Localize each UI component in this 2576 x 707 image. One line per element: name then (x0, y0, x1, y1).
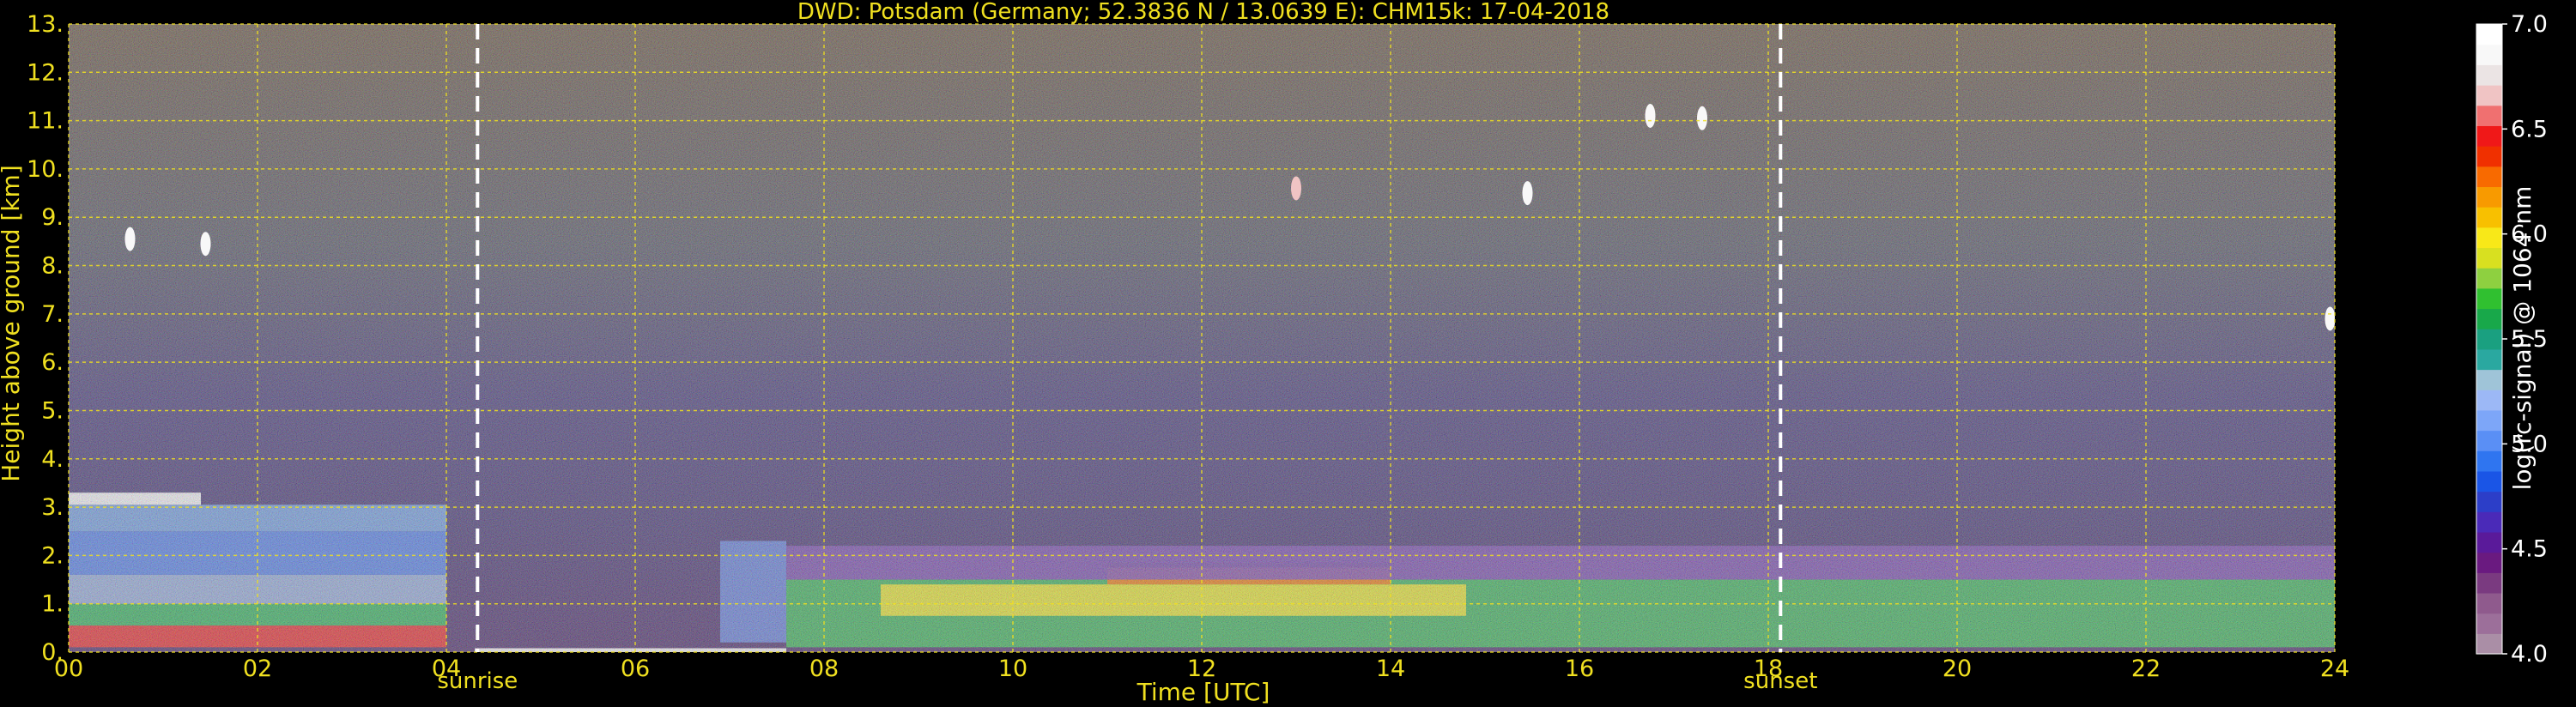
colorbar-swatch (2476, 207, 2502, 228)
colorbar-swatch (2476, 24, 2502, 45)
x-tick-label: 20 (1943, 656, 1972, 682)
x-tick-label: 08 (809, 656, 839, 682)
colorbar-swatch (2476, 491, 2502, 512)
colorbar-tick-label: 6.5 (2511, 116, 2548, 142)
y-tick-label: 11. (27, 108, 64, 135)
y-tick-label: 10. (27, 156, 64, 183)
ceilometer-chart: DWD: Potsdam (Germany; 52.3836 N / 13.06… (0, 0, 2548, 706)
cloud-signal (124, 227, 136, 251)
y-tick-label: 4. (41, 446, 64, 473)
x-tick-label: 22 (2131, 656, 2161, 682)
y-tick-label: 12. (27, 59, 64, 86)
colorbar-swatch (2476, 450, 2502, 472)
plot-area (69, 24, 2335, 652)
x-tick-label: 24 (2320, 656, 2349, 682)
x-tick-label: 10 (998, 656, 1027, 682)
cloud-signal (1291, 176, 1301, 201)
colorbar-swatch (2476, 572, 2502, 594)
colorbar-swatch (2476, 166, 2502, 188)
cloud-signal (1697, 106, 1707, 130)
noise-overlay (69, 24, 2335, 652)
colorbar-swatch (2476, 633, 2502, 655)
cloud-signal (1645, 103, 1656, 128)
x-tick-label: 06 (621, 656, 650, 682)
colorbar-swatch (2476, 146, 2502, 167)
colorbar-swatch (2476, 308, 2502, 329)
colorbar-swatch (2476, 287, 2502, 310)
colorbar-swatch (2476, 409, 2502, 432)
colorbar-swatch (2476, 247, 2502, 269)
y-axis-ticks: 0. 1. 2. 3. 4. 5. 6. 7. 8. 9. 10. 11. 12. 13. (27, 11, 64, 666)
colorbar-swatch (2476, 329, 2502, 350)
y-tick-label: 0. (41, 639, 64, 666)
cloud-signal (1522, 181, 1533, 206)
colorbar-swatch (2476, 390, 2502, 411)
y-tick-label: 8. (41, 253, 64, 280)
chart-title: DWD: Potsdam (Germany; 52.3836 N / 13.06… (797, 0, 1609, 25)
colorbar-swatch (2476, 44, 2502, 65)
x-tick-label: 02 (243, 656, 272, 682)
colorbar-swatch (2476, 470, 2502, 492)
y-tick-label: 2. (41, 542, 64, 569)
x-axis-label: Time [UTC] (1136, 678, 1270, 706)
y-tick-label: 7. (41, 301, 64, 328)
y-tick-label: 5. (41, 397, 64, 424)
colorbar-swatch (2476, 613, 2502, 634)
y-tick-label: 6. (41, 349, 64, 376)
colorbar-swatch (2476, 511, 2502, 533)
colorbar-swatch (2476, 186, 2502, 208)
colorbar-swatch (2476, 348, 2502, 371)
y-tick-label: 9. (41, 204, 64, 231)
colorbar-tick-label: 7.0 (2511, 11, 2548, 38)
colorbar-swatch (2476, 85, 2502, 106)
colorbar-swatch (2476, 64, 2502, 86)
y-tick-label: 13. (27, 11, 64, 38)
colorbar-swatch (2476, 268, 2502, 289)
x-tick-label: 18 (1754, 656, 1783, 682)
cloud-signal (2324, 306, 2335, 331)
colorbar-swatch (2476, 531, 2502, 553)
colorbar-swatch (2476, 227, 2502, 249)
y-axis-label: Height above ground [km] (0, 165, 25, 482)
x-tick-label: 04 (432, 656, 461, 682)
colorbar-swatch (2476, 592, 2502, 614)
colorbar-swatch (2476, 369, 2502, 390)
colorbar-label: log(rc-signal) @ 1064 nm (2508, 186, 2537, 491)
colorbar-tick-label: 4.0 (2511, 641, 2548, 668)
y-tick-label: 3. (41, 494, 64, 521)
colorbar-swatch (2476, 552, 2502, 573)
colorbar-swatch (2476, 430, 2502, 451)
x-tick-label: 14 (1376, 656, 1405, 682)
colorbar-swatch (2476, 105, 2502, 126)
colorbar-tick-label: 4.5 (2511, 536, 2548, 563)
colorbar-swatch (2476, 125, 2502, 147)
y-tick-label: 1. (41, 591, 64, 618)
x-tick-label: 16 (1565, 656, 1594, 682)
cloud-signal (200, 232, 211, 257)
